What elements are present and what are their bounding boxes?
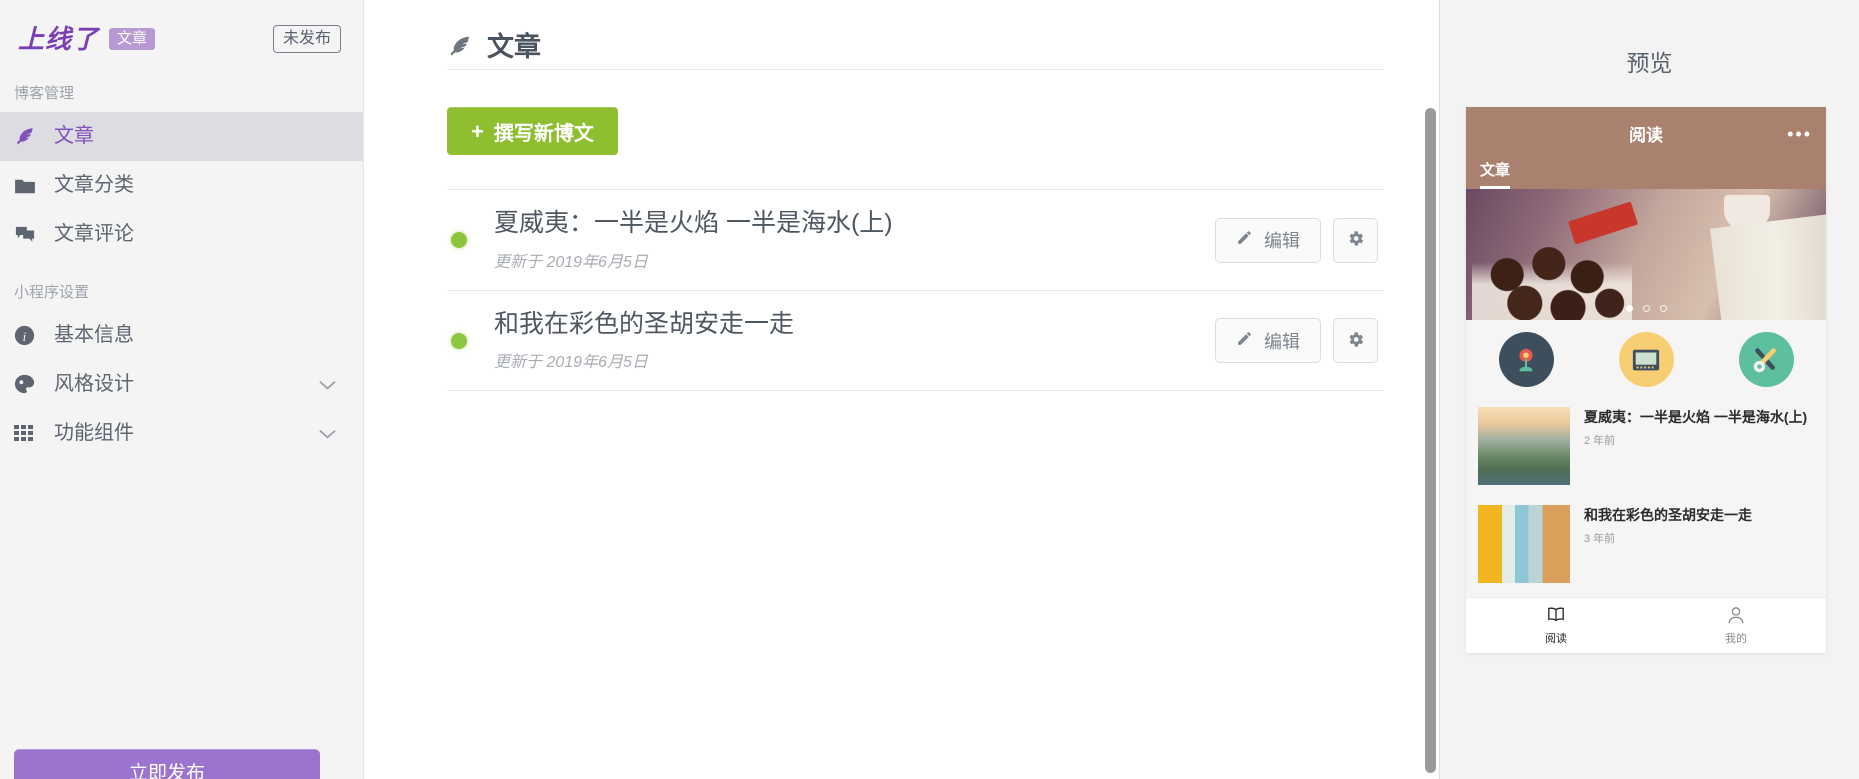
compose-post-label: 撰写新博文 [493, 123, 594, 145]
article-title: 和我在彩色的圣胡安走一走 [1584, 507, 1752, 523]
carousel-dot[interactable] [1659, 305, 1667, 312]
page-header: 文章 [447, 0, 1384, 70]
post-text: 夏威夷：一半是火焰 一半是海水(上) 更新于 2019年6月5日 [494, 208, 1215, 271]
edit-button-label: 编辑 [1264, 331, 1300, 352]
post-meta: 更新于 2019年6月5日 [494, 354, 648, 372]
post-list: 夏威夷：一半是火焰 一半是海水(上) 更新于 2019年6月5日 编辑 和我在彩… [447, 189, 1384, 391]
edit-button[interactable]: 编辑 [1215, 318, 1321, 363]
nav-group-title-blog: 博客管理 [14, 85, 75, 102]
sidebar-item-label: 功能组件 [54, 421, 134, 444]
gear-icon [1346, 229, 1365, 251]
chevron-down-icon[interactable] [318, 379, 337, 391]
tabbar-item-read[interactable]: 阅读 [1466, 598, 1646, 653]
folder-icon [14, 174, 44, 198]
sidebar-item-components[interactable]: 功能组件 [0, 409, 363, 458]
edit-button[interactable]: 编辑 [1215, 217, 1321, 263]
chevron-down-icon[interactable] [318, 428, 337, 440]
table-row[interactable]: 夏威夷：一半是火焰 一半是海水(上) 更新于 2019年6月5日 编辑 [447, 189, 1384, 290]
comment-icon [14, 223, 44, 247]
nav-group-title-miniapp: 小程序设置 [14, 284, 90, 301]
list-item[interactable]: 和我在彩色的圣胡安走一走 3 年前 [1466, 495, 1826, 593]
phone-navbar: 阅读 ••• 文章 [1466, 107, 1826, 189]
post-meta: 更新于 2019年6月5日 [494, 253, 648, 271]
publish-button[interactable]: 立即发布 [14, 749, 320, 779]
phone-navbar-title: 阅读 [1629, 126, 1663, 145]
pencil-icon [1236, 229, 1253, 251]
post-actions: 编辑 [1215, 217, 1378, 263]
article-thumbnail [1478, 505, 1570, 583]
banner-carousel[interactable] [1466, 189, 1826, 320]
page-title: 文章 [487, 31, 541, 62]
phone-tabs: 文章 [1480, 159, 1511, 189]
sidebar: 上线了 文章 未发布 博客管理 文章 文章分类 文章评论 小程序设置 i 基本信… [0, 0, 364, 779]
phone-tab-articles[interactable]: 文章 [1480, 159, 1511, 189]
post-actions: 编辑 [1215, 318, 1378, 363]
phone-preview: 阅读 ••• 文章 夏威夷：一半是火焰 一半是海水(上) 2 年前 和我在彩色的… [1466, 107, 1826, 653]
sidebar-item-basic-info[interactable]: i 基本信息 [0, 311, 363, 360]
settings-button[interactable] [1333, 217, 1378, 263]
preview-article-list: 夏威夷：一半是火焰 一半是海水(上) 2 年前 和我在彩色的圣胡安走一走 3 年… [1466, 397, 1826, 597]
carousel-dots [1466, 305, 1826, 312]
gear-icon [1346, 330, 1365, 352]
main-content: 文章 + 撰写新博文 夏威夷：一半是火焰 一半是海水(上) 更新于 2019年6… [364, 0, 1440, 779]
article-text: 和我在彩色的圣胡安走一走 3 年前 [1584, 505, 1812, 583]
post-text: 和我在彩色的圣胡安走一走 更新于 2019年6月5日 [494, 309, 1215, 372]
preview-heading: 预览 [1626, 50, 1673, 76]
feather-icon [14, 125, 44, 149]
palette-icon [14, 373, 44, 397]
article-title: 夏威夷：一半是火焰 一半是海水(上) [1584, 409, 1808, 425]
app-root: 上线了 文章 未发布 博客管理 文章 文章分类 文章评论 小程序设置 i 基本信… [0, 0, 1859, 779]
info-icon: i [14, 324, 44, 348]
person-icon [1726, 606, 1746, 627]
sidebar-item-comments[interactable]: 文章评论 [0, 210, 363, 259]
screen-icon[interactable] [1618, 332, 1674, 387]
sidebar-item-label: 风格设计 [54, 372, 134, 395]
settings-button[interactable] [1333, 318, 1378, 363]
pencil-icon [1236, 330, 1253, 352]
carousel-dot[interactable] [1642, 305, 1650, 312]
main-scrollbar[interactable] [1425, 108, 1436, 773]
plus-icon: + [471, 118, 484, 144]
table-row[interactable]: 和我在彩色的圣胡安走一走 更新于 2019年6月5日 编辑 [447, 290, 1384, 391]
status-badge[interactable] [451, 232, 467, 248]
edit-button-label: 编辑 [1264, 231, 1300, 251]
article-time: 2 年前 [1584, 435, 1616, 447]
sidebar-item-articles[interactable]: 文章 [0, 112, 363, 161]
brand-tag: 文章 [109, 28, 156, 50]
carousel-dot[interactable] [1625, 305, 1633, 312]
preview-pane: 预览 阅读 ••• 文章 夏威夷：一半是火焰 一半是海水(上) 2 年前 和我在… [1440, 0, 1859, 779]
sidebar-item-categories[interactable]: 文章分类 [0, 161, 363, 210]
article-thumbnail [1478, 407, 1570, 485]
brand-row: 上线了 文章 未发布 [0, 0, 363, 60]
sidebar-item-label: 文章评论 [54, 222, 134, 245]
book-icon [1546, 606, 1566, 627]
grid-icon [14, 422, 44, 446]
sidebar-item-label: 文章分类 [54, 173, 134, 196]
tabbar-item-label: 我的 [1725, 632, 1747, 645]
tools-icon[interactable] [1738, 332, 1794, 387]
sidebar-item-label: 基本信息 [54, 323, 134, 346]
tabbar-item-mine[interactable]: 我的 [1646, 598, 1826, 653]
compose-post-button[interactable]: + 撰写新博文 [447, 107, 618, 155]
quick-nav [1466, 320, 1826, 397]
list-item[interactable]: 夏威夷：一半是火焰 一半是海水(上) 2 年前 [1466, 397, 1826, 495]
feather-icon [447, 34, 473, 60]
article-text: 夏威夷：一半是火焰 一半是海水(上) 2 年前 [1584, 407, 1812, 485]
svg-text:i: i [23, 329, 27, 344]
phone-tabbar: 阅读 我的 [1466, 597, 1826, 653]
publish-status-badge[interactable]: 未发布 [272, 24, 341, 54]
brand-logo[interactable]: 上线了 [18, 26, 99, 52]
sidebar-item-style-design[interactable]: 风格设计 [0, 360, 363, 409]
status-badge[interactable] [451, 332, 467, 349]
sidebar-item-label: 文章 [54, 124, 94, 147]
flower-icon[interactable] [1498, 332, 1554, 387]
tabbar-item-label: 阅读 [1545, 632, 1567, 645]
main-inner: 文章 + 撰写新博文 夏威夷：一半是火焰 一半是海水(上) 更新于 2019年6… [364, 0, 1439, 391]
post-title[interactable]: 和我在彩色的圣胡安走一走 [494, 309, 1215, 340]
post-title[interactable]: 夏威夷：一半是火焰 一半是海水(上) [494, 208, 1215, 239]
ellipsis-icon[interactable]: ••• [1787, 125, 1812, 143]
article-time: 3 年前 [1584, 533, 1616, 545]
